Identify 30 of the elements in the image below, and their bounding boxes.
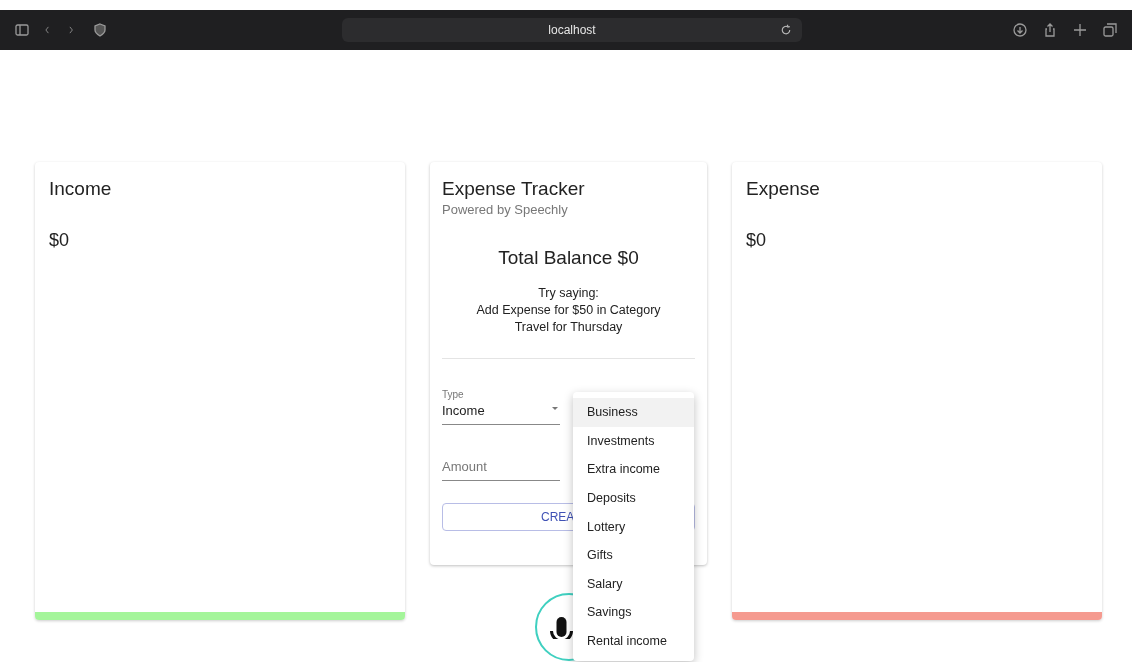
menu-item[interactable]: Investments xyxy=(573,426,694,456)
tabs-icon[interactable] xyxy=(1102,22,1118,38)
shield-icon[interactable] xyxy=(92,22,108,38)
address-bar[interactable]: localhost xyxy=(342,18,802,42)
menu-item[interactable]: Gifts xyxy=(573,540,694,570)
menu-item[interactable]: Savings xyxy=(573,598,694,627)
menu-item[interactable]: Rental income xyxy=(573,626,694,656)
menu-item[interactable]: Deposits xyxy=(573,483,694,513)
menu-item[interactable]: Business xyxy=(573,398,694,427)
amount-text: $0 xyxy=(746,230,768,251)
sidebar-icon[interactable] xyxy=(14,22,30,38)
balance-text: Total Balance $0 xyxy=(497,247,640,269)
reload-icon[interactable] xyxy=(780,24,792,36)
share-icon[interactable] xyxy=(1042,22,1058,38)
address-text: localhost xyxy=(548,23,596,37)
card-title: Expense Tracker xyxy=(442,178,586,200)
plus-icon[interactable] xyxy=(1072,22,1088,38)
hint-text: Travel for Thursday xyxy=(513,319,624,336)
amount-text: $0 xyxy=(49,230,71,251)
hint-text: Add Expense for $50 in Category xyxy=(475,302,662,319)
type-select[interactable]: Type Income xyxy=(442,389,560,425)
menu-item[interactable]: Salary xyxy=(573,569,694,599)
download-icon[interactable] xyxy=(1012,22,1028,38)
card-title: Income xyxy=(49,178,113,200)
subtitle: Powered by Speechly xyxy=(442,202,569,217)
menu-item[interactable]: Lottery xyxy=(573,512,694,541)
microphone-icon xyxy=(550,615,573,639)
hint-text: Try saying: xyxy=(537,285,600,302)
card-title: Expense xyxy=(746,178,821,200)
menu-item[interactable]: Extra income xyxy=(573,455,694,484)
